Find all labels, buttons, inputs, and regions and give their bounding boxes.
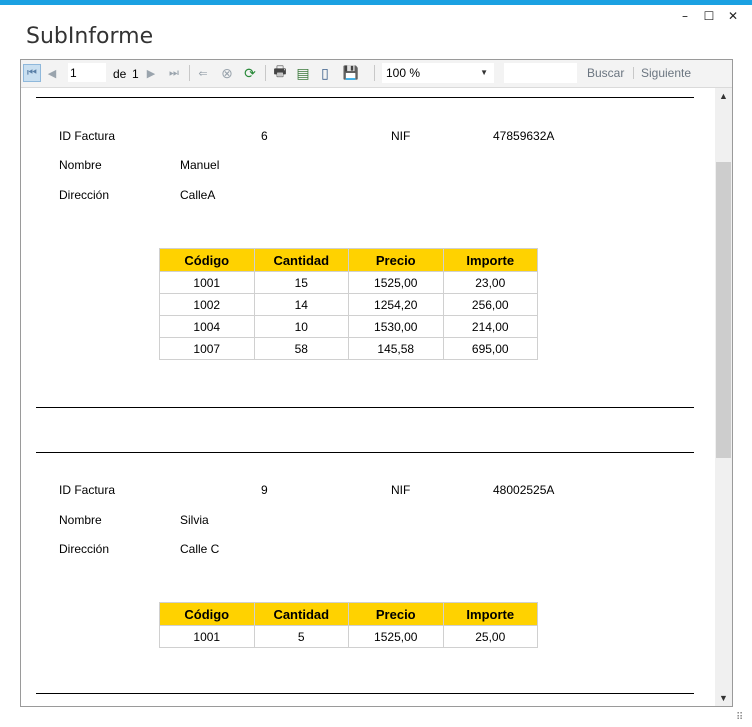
cell-price: 145,58	[348, 337, 444, 360]
cell-code: 1007	[159, 337, 255, 360]
section-divider	[36, 452, 694, 453]
cell-quantity: 58	[253, 337, 349, 360]
cell-code: 1001	[159, 625, 255, 648]
cell-price: 1530,00	[348, 315, 444, 338]
column-header-price: Precio	[348, 248, 444, 272]
name-label: Nombre	[59, 513, 102, 527]
minimize-button[interactable]: –	[676, 8, 694, 24]
column-header-code: Código	[159, 248, 255, 272]
invoice-id-label: ID Factura	[59, 129, 116, 143]
chevron-down-icon: ▼	[480, 68, 488, 77]
cell-amount: 256,00	[442, 293, 538, 316]
column-header-quantity: Cantidad	[253, 602, 349, 626]
column-header-price: Precio	[348, 602, 444, 626]
address-value: CalleA	[180, 188, 216, 202]
toolbar-divider	[189, 65, 190, 81]
table-row: 1002 14 1254,20 256,00	[159, 293, 538, 316]
export-icon[interactable]: 💾	[339, 64, 363, 82]
report-viewer: ⏮ ◀ de 1 ▶ ⏭ ⇐ ⊗ ⟳ 🖶 ▤ ▯ 💾 100 % ▼ Buscar…	[20, 59, 733, 707]
toolbar-divider	[633, 67, 634, 79]
cell-amount: 23,00	[442, 271, 538, 294]
cell-quantity: 14	[253, 293, 349, 316]
table-row: 1001 5 1525,00 25,00	[159, 625, 538, 648]
report-toolbar: ⏮ ◀ de 1 ▶ ⏭ ⇐ ⊗ ⟳ 🖶 ▤ ▯ 💾 100 % ▼ Buscar…	[21, 60, 732, 88]
name-value: Silvia	[180, 513, 209, 527]
scroll-down-icon[interactable]: ▼	[715, 690, 732, 706]
name-label: Nombre	[59, 158, 102, 172]
toolbar-divider	[374, 65, 375, 81]
find-next-button[interactable]: Siguiente	[641, 66, 691, 80]
scrollbar-thumb[interactable]	[716, 162, 731, 458]
cell-amount: 25,00	[442, 625, 538, 648]
column-header-code: Código	[159, 602, 255, 626]
page-of-label: de	[113, 67, 127, 81]
column-header-amount: Importe	[442, 602, 538, 626]
invoice-lines-table: Código Cantidad Precio Importe 1001 5 15…	[159, 602, 538, 648]
cell-quantity: 10	[253, 315, 349, 338]
invoice-lines-table: Código Cantidad Precio Importe 1001 15 1…	[159, 248, 538, 360]
invoice-id-value: 6	[261, 129, 268, 143]
window-accent-bar	[0, 0, 752, 5]
close-button[interactable]: ✕	[724, 8, 742, 24]
address-label: Dirección	[59, 188, 110, 202]
window-title: SubInforme	[26, 24, 154, 49]
cell-price: 1254,20	[348, 293, 444, 316]
section-divider	[36, 407, 694, 408]
nif-label: NIF	[391, 129, 411, 143]
next-page-icon[interactable]: ▶	[144, 64, 158, 82]
table-header-row: Código Cantidad Precio Importe	[159, 602, 538, 626]
section-divider	[36, 97, 694, 98]
stop-icon[interactable]: ⊗	[218, 64, 236, 82]
cell-amount: 214,00	[442, 315, 538, 338]
cell-code: 1004	[159, 315, 255, 338]
cell-quantity: 15	[253, 271, 349, 294]
column-header-quantity: Cantidad	[253, 248, 349, 272]
page-number-input[interactable]	[68, 63, 106, 82]
table-row: 1001 15 1525,00 23,00	[159, 271, 538, 294]
column-header-amount: Importe	[442, 248, 538, 272]
total-pages: 1	[132, 67, 139, 81]
previous-page-icon[interactable]: ◀	[45, 64, 59, 82]
invoice-id-value: 9	[261, 483, 268, 497]
address-label: Dirección	[59, 542, 110, 556]
table-row: 1004 10 1530,00 214,00	[159, 315, 538, 338]
maximize-button[interactable]: ☐	[700, 8, 718, 24]
cell-price: 1525,00	[348, 271, 444, 294]
back-icon[interactable]: ⇐	[195, 64, 211, 82]
find-text-input[interactable]	[504, 63, 577, 83]
cell-price: 1525,00	[348, 625, 444, 648]
section-divider	[36, 693, 694, 694]
cell-code: 1002	[159, 293, 255, 316]
cell-code: 1001	[159, 271, 255, 294]
zoom-value: 100 %	[386, 66, 421, 80]
resize-grip-icon[interactable]: ⠿	[736, 712, 743, 723]
invoice-id-label: ID Factura	[59, 483, 116, 497]
refresh-icon[interactable]: ⟳	[241, 64, 259, 82]
find-button[interactable]: Buscar	[587, 66, 624, 80]
nif-value: 48002525A	[493, 483, 555, 497]
table-header-row: Código Cantidad Precio Importe	[159, 248, 538, 272]
cell-amount: 695,00	[442, 337, 538, 360]
print-layout-icon[interactable]: ▤	[294, 64, 312, 82]
toolbar-divider	[265, 65, 266, 81]
page-setup-icon[interactable]: ▯	[316, 64, 334, 82]
print-icon[interactable]: 🖶	[271, 63, 289, 82]
cell-quantity: 5	[253, 625, 349, 648]
report-page: ID Factura 6 NIF 47859632A Nombre Manuel…	[22, 88, 715, 706]
table-row: 1007 58 145,58 695,00	[159, 337, 538, 360]
name-value: Manuel	[180, 158, 220, 172]
nif-label: NIF	[391, 483, 411, 497]
last-page-icon[interactable]: ⏭	[165, 64, 183, 82]
address-value: Calle C	[180, 542, 220, 556]
vertical-scrollbar[interactable]: ▲ ▼	[715, 88, 732, 706]
scroll-up-icon[interactable]: ▲	[715, 88, 732, 104]
zoom-select[interactable]: 100 % ▼	[382, 63, 494, 83]
first-page-icon[interactable]: ⏮	[23, 64, 41, 82]
nif-value: 47859632A	[493, 129, 555, 143]
